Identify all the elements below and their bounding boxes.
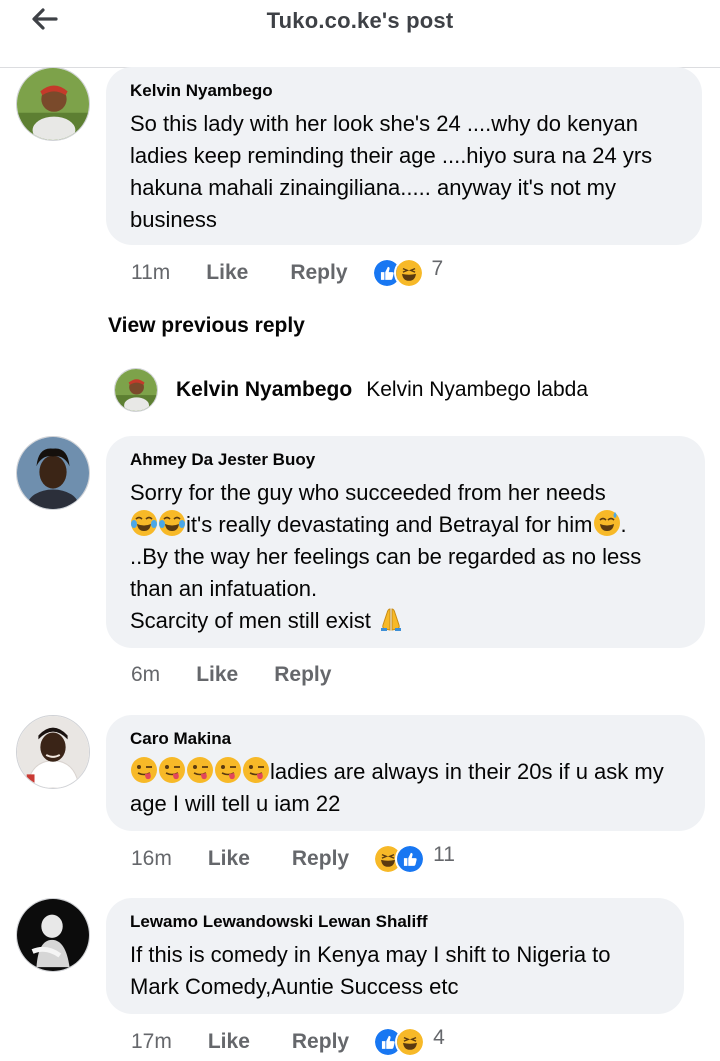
reply-button[interactable]: Reply: [274, 663, 331, 687]
reaction-count: 11: [433, 843, 455, 866]
avatar[interactable]: [16, 898, 90, 972]
avatar[interactable]: [16, 436, 90, 510]
like-reaction-icon: [395, 844, 426, 874]
haha-reaction-icon: [395, 1027, 426, 1057]
comment-actions: 6m Like Reply: [131, 658, 331, 692]
comment-author[interactable]: Caro Makina: [130, 729, 681, 749]
comment-text: ladies are always in their 20s if u ask …: [130, 756, 681, 820]
reply-author[interactable]: Kelvin Nyambego: [176, 378, 352, 402]
like-button[interactable]: Like: [208, 1030, 250, 1054]
winking-tongue-emoji-icon: [214, 756, 242, 784]
comment-bubble: Caro Makina ladies are always in their 2…: [106, 715, 705, 831]
sweat-smile-emoji-icon: [593, 509, 621, 537]
reaction-count: 4: [433, 1026, 445, 1049]
like-button[interactable]: Like: [208, 847, 250, 871]
reactions-summary[interactable]: 11: [373, 843, 455, 874]
like-button[interactable]: Like: [196, 663, 238, 687]
comment-timestamp[interactable]: 6m: [131, 663, 160, 687]
comment-actions: 17m Like Reply 4: [131, 1025, 445, 1059]
avatar[interactable]: [16, 67, 90, 141]
page-title: Tuko.co.ke's post: [266, 8, 454, 33]
comment-text: Sorry for the guy who succeeded from her…: [130, 480, 642, 633]
comment-actions: 16m Like Reply 11: [131, 842, 455, 876]
comment-bubble: Lewamo Lewandowski Lewan Shaliff If this…: [106, 898, 684, 1014]
reply-button[interactable]: Reply: [292, 847, 349, 871]
comment-text: So this lady with her look she's 24 ....…: [130, 111, 653, 232]
comment-bubble: Kelvin Nyambego So this lady with her lo…: [106, 67, 702, 245]
tears-of-joy-emoji-icon: [130, 509, 158, 537]
reply-avatar: [114, 368, 158, 412]
reply-text: Kelvin Nyambego labda: [366, 378, 589, 401]
reply-preview[interactable]: Kelvin Nyambego Kelvin Nyambego labda: [114, 367, 588, 413]
comment-timestamp[interactable]: 17m: [131, 1030, 172, 1054]
winking-tongue-emoji-icon: [158, 756, 186, 784]
top-bar: Tuko.co.ke's post: [0, 0, 720, 68]
comment-text-line: Scarcity of men still exist: [130, 608, 377, 633]
reply-button[interactable]: Reply: [292, 1030, 349, 1054]
haha-reaction-icon: [393, 258, 424, 288]
reactions-summary[interactable]: 4: [373, 1026, 445, 1057]
winking-tongue-emoji-icon: [186, 756, 214, 784]
winking-tongue-emoji-icon: [130, 756, 158, 784]
comment-author[interactable]: Lewamo Lewandowski Lewan Shaliff: [130, 912, 660, 932]
reaction-count: 7: [431, 257, 444, 280]
comment-timestamp[interactable]: 16m: [131, 847, 172, 871]
like-button[interactable]: Like: [206, 261, 248, 285]
tears-of-joy-emoji-icon: [158, 509, 186, 537]
comment-text: If this is comedy in Kenya may I shift t…: [130, 942, 611, 999]
comment-bubble: Ahmey Da Jester Buoy Sorry for the guy w…: [106, 436, 705, 648]
comment-actions: 11m Like Reply 7: [131, 256, 443, 290]
comment-timestamp[interactable]: 11m: [131, 261, 170, 285]
reply-button[interactable]: Reply: [290, 261, 347, 285]
comment-author[interactable]: Kelvin Nyambego: [130, 81, 678, 101]
comment-text-line: it's really devastating and Betrayal for…: [186, 512, 593, 537]
comment-text-line: Sorry for the guy who succeeded from her…: [130, 480, 606, 505]
winking-tongue-emoji-icon: [242, 756, 270, 784]
avatar[interactable]: [16, 715, 90, 789]
folded-hands-emoji-icon: [377, 605, 405, 633]
view-previous-reply-link[interactable]: View previous reply: [108, 314, 305, 338]
comment-text-line: ..By the way her feelings can be regarde…: [130, 544, 642, 601]
comment-author[interactable]: Ahmey Da Jester Buoy: [130, 450, 681, 470]
reactions-summary[interactable]: 7: [371, 257, 444, 288]
